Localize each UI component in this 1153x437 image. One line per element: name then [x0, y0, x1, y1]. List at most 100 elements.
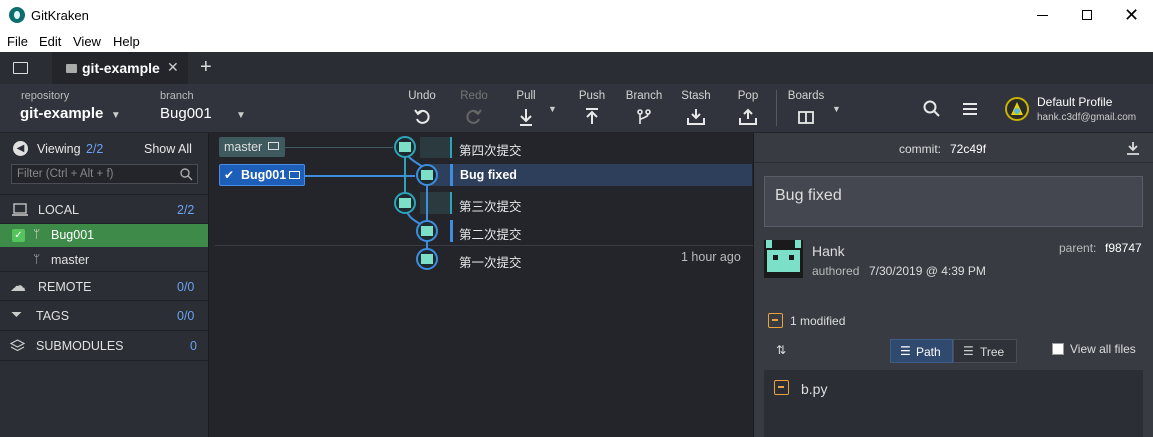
- sort-icon[interactable]: ⇅: [776, 343, 786, 357]
- commit-message-box[interactable]: Bug fixed: [764, 176, 1143, 227]
- commit-hash[interactable]: 72c49f: [950, 142, 986, 156]
- checkbox-checked-icon[interactable]: ✓: [12, 229, 25, 242]
- stash-button[interactable]: Stash: [674, 84, 718, 133]
- left-panel: ◀ Viewing 2/2 Show All Filter (Ctrl + Al…: [0, 133, 209, 437]
- gitkraken-logo-icon: [9, 7, 25, 23]
- submodules-section-header[interactable]: SUBMODULES 0: [0, 331, 208, 361]
- path-view-button[interactable]: ☰ Path: [890, 339, 953, 363]
- push-icon: [586, 108, 598, 124]
- branch-caption: branch: [160, 90, 194, 102]
- parent-hash[interactable]: f98747: [1105, 241, 1142, 255]
- push-button[interactable]: Push: [570, 84, 614, 133]
- commit-node-avatar[interactable]: [416, 164, 438, 186]
- pop-button[interactable]: Pop: [726, 84, 770, 133]
- minimize-button[interactable]: [1020, 0, 1065, 31]
- authored-label: authored: [812, 264, 860, 278]
- undo-button[interactable]: Undo: [400, 84, 444, 133]
- viewing-label: Viewing: [37, 142, 81, 156]
- author-name: Hank: [812, 243, 845, 259]
- repository-name: git-example: [20, 105, 104, 122]
- branch-selector[interactable]: Bug001 ▼: [160, 105, 250, 125]
- collapse-panel-icon[interactable]: ◀: [13, 141, 28, 156]
- boards-icon: [798, 111, 814, 124]
- pull-icon: [520, 109, 532, 126]
- submodules-count: 0: [190, 339, 197, 353]
- pull-dropdown-icon[interactable]: ▼: [548, 104, 557, 114]
- commit-header: commit: 72c49f: [754, 133, 1153, 163]
- kraken-avatar-icon: [1011, 102, 1023, 115]
- commit-message-text: Bug fixed: [775, 187, 842, 204]
- view-all-label: View all files: [1070, 342, 1136, 356]
- file-list: b.py: [764, 370, 1143, 437]
- remote-count: 0/0: [177, 280, 195, 294]
- filter-placeholder: Filter (Ctrl + Alt + f): [17, 168, 114, 180]
- profile-avatar[interactable]: [1005, 97, 1029, 121]
- close-button[interactable]: ✕: [1110, 0, 1153, 31]
- cloud-icon: ☁: [10, 278, 26, 295]
- local-count: 2/2: [177, 203, 195, 217]
- modified-file-icon: [774, 380, 789, 395]
- branch-icon: ᛘ: [33, 227, 41, 241]
- submodules-label: SUBMODULES: [36, 339, 124, 353]
- tab-close-icon[interactable]: ✕: [167, 59, 179, 76]
- undo-icon: [414, 109, 430, 124]
- tags-count: 0/0: [177, 309, 195, 323]
- menu-file[interactable]: File: [7, 34, 28, 49]
- title-bar: GitKraken ✕: [0, 0, 1153, 31]
- commit-node-avatar[interactable]: [416, 248, 438, 270]
- repository-selector[interactable]: git-example ▼: [20, 105, 121, 125]
- tags-section-header[interactable]: ⏷ TAGS 0/0: [0, 301, 208, 331]
- maximize-button[interactable]: [1065, 0, 1110, 31]
- commit-node-avatar[interactable]: [394, 192, 416, 214]
- branch-item-master[interactable]: ᛘ master: [0, 247, 208, 271]
- boards-button[interactable]: Boards: [784, 84, 828, 133]
- folder-icon[interactable]: [13, 62, 28, 74]
- branch-label: master: [51, 253, 90, 267]
- tree-label: Tree: [980, 345, 1005, 359]
- remote-section-header[interactable]: ☁ REMOTE 0/0: [0, 271, 208, 301]
- menu-icon[interactable]: [962, 101, 978, 117]
- tree-view-button[interactable]: ☰ Tree: [953, 339, 1017, 363]
- toolbar: repository git-example ▼ branch Bug001 ▼…: [0, 84, 1153, 133]
- boards-dropdown-icon[interactable]: ▼: [832, 104, 841, 114]
- tags-label: TAGS: [36, 309, 70, 323]
- new-tab-icon[interactable]: +: [200, 56, 212, 79]
- viewing-count: 2/2: [86, 142, 104, 156]
- list-icon: ☰: [900, 344, 911, 358]
- file-row[interactable]: b.py: [764, 375, 1143, 401]
- show-all-link[interactable]: Show All: [144, 142, 192, 156]
- filter-input[interactable]: Filter (Ctrl + Alt + f): [11, 164, 198, 184]
- redo-button[interactable]: Redo: [452, 84, 496, 133]
- view-all-checkbox[interactable]: [1052, 343, 1064, 355]
- close-icon: ✕: [1124, 5, 1140, 25]
- commit-node-avatar[interactable]: [416, 220, 438, 242]
- tree-icon: ☰: [963, 344, 974, 358]
- branch-icon: [637, 109, 651, 124]
- modified-count: 1 modified: [790, 314, 846, 328]
- menu-view[interactable]: View: [73, 34, 101, 49]
- commit-node-avatar[interactable]: [394, 136, 416, 158]
- branch-item-bug001[interactable]: ✓ ᛘ Bug001: [0, 224, 208, 247]
- pull-button[interactable]: Pull: [504, 84, 548, 133]
- branch-button[interactable]: Branch: [622, 84, 666, 133]
- download-icon[interactable]: [1126, 141, 1140, 155]
- commit-detail-panel: commit: 72c49f Bug fixed Hank authored 7…: [753, 133, 1153, 437]
- menu-edit[interactable]: Edit: [39, 34, 61, 49]
- commit-graph: master 第四次提交 ✔ Bug001 Bug fixed 第三次提交 第二…: [209, 133, 753, 437]
- repo-tab[interactable]: git-example ✕: [52, 52, 188, 84]
- window-title: GitKraken: [31, 8, 89, 23]
- remote-label: REMOTE: [38, 280, 92, 294]
- branch-name: Bug001: [160, 105, 212, 122]
- parent-label: parent:: [1059, 241, 1097, 255]
- chevron-down-icon: ▼: [110, 110, 121, 121]
- pop-icon: [739, 108, 757, 125]
- modified-icon: [768, 313, 783, 328]
- path-label: Path: [916, 345, 941, 359]
- redo-icon: [466, 109, 482, 124]
- search-icon[interactable]: [923, 100, 941, 118]
- menu-help[interactable]: Help: [113, 34, 140, 49]
- local-label: LOCAL: [38, 203, 79, 217]
- local-section-header[interactable]: LOCAL 2/2: [0, 194, 208, 224]
- profile-name[interactable]: Default Profile: [1037, 95, 1112, 109]
- layers-icon: [10, 339, 25, 352]
